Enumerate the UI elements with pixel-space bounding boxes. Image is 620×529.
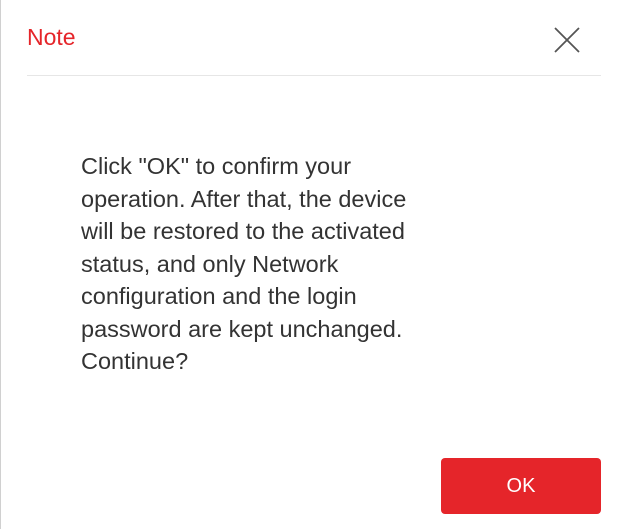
dialog-title: Note	[27, 24, 76, 50]
message-line: status, and only Network	[81, 250, 339, 277]
message-line: password are kept unchanged.	[81, 315, 403, 342]
message-line: configuration and the login	[81, 283, 357, 309]
close-button[interactable]	[549, 22, 585, 58]
message-line: will be restored to the activated	[81, 218, 405, 244]
message-line: operation. After that, the device	[81, 185, 407, 212]
message-line: Continue?	[81, 348, 189, 374]
dialog-header: Note	[27, 0, 601, 76]
dialog-message: Click "OK" to confirm your operation. Af…	[81, 150, 541, 378]
message-line: Click "OK" to confirm your	[81, 153, 352, 179]
close-icon	[554, 27, 580, 53]
ok-button[interactable]: OK	[441, 458, 601, 514]
note-dialog: Note Click "OK" to confirm your operatio…	[0, 0, 620, 529]
